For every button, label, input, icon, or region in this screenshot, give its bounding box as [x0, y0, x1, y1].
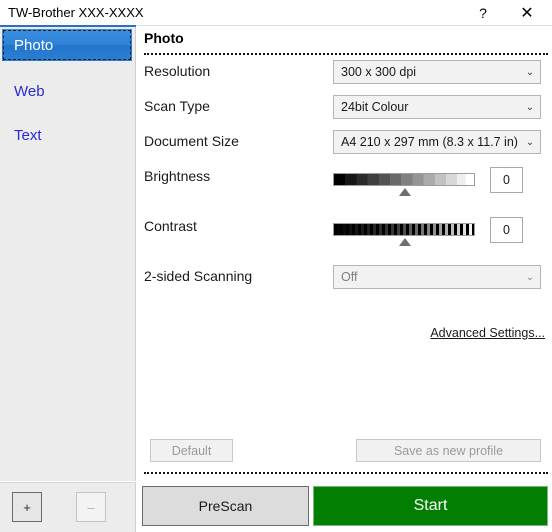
sidebar-item-photo[interactable]: Photo — [2, 29, 132, 61]
resolution-value: 300 x 300 dpi — [341, 65, 417, 79]
scanner-settings-window: TW-Brother XXX-XXXX ? ✕ Photo Web Text +… — [0, 0, 552, 532]
mode-sidebar: Photo Web Text — [0, 27, 136, 481]
add-profile-button[interactable]: + — [12, 492, 42, 522]
sidebar-footer: + – — [0, 482, 136, 532]
sidebar-item-text-label: Text — [14, 126, 42, 144]
resolution-label: Resolution — [144, 63, 211, 79]
document-size-value: A4 210 x 297 mm (8.3 x 11.7 in) — [341, 135, 518, 149]
scan-type-value: 24bit Colour — [341, 100, 409, 114]
save-profile-button-label: Save as new profile — [393, 443, 504, 458]
window-title: TW-Brother XXX-XXXX — [8, 5, 144, 20]
document-size-label: Document Size — [144, 133, 239, 149]
brightness-track[interactable] — [333, 173, 475, 186]
default-button: Default — [150, 439, 233, 462]
two-sided-scanning-label: 2-sided Scanning — [144, 268, 253, 284]
prescan-button[interactable]: PreScan — [142, 486, 309, 526]
contrast-thumb[interactable] — [399, 238, 411, 246]
chevron-down-icon: ⌄ — [525, 101, 535, 113]
close-icon[interactable]: ✕ — [510, 0, 544, 25]
scan-type-label: Scan Type — [144, 98, 210, 114]
brightness-thumb[interactable] — [399, 188, 411, 196]
start-button[interactable]: Start — [313, 486, 548, 526]
close-glyph: ✕ — [520, 4, 534, 22]
chevron-down-icon: ⌄ — [525, 271, 535, 283]
brightness-value-field[interactable]: 0 — [490, 167, 523, 193]
start-button-label: Start — [413, 497, 448, 514]
document-size-select[interactable]: A4 210 x 297 mm (8.3 x 11.7 in) ⌄ — [333, 130, 541, 154]
sidebar-item-web[interactable]: Web — [2, 75, 132, 107]
brightness-value: 0 — [503, 173, 510, 187]
brightness-label: Brightness — [144, 168, 211, 184]
contrast-label: Contrast — [144, 218, 197, 234]
two-sided-scanning-value: Off — [341, 270, 358, 284]
title-bar: TW-Brother XXX-XXXX ? ✕ — [0, 0, 552, 26]
plus-icon: + — [23, 499, 31, 515]
chevron-down-icon: ⌄ — [525, 136, 535, 148]
resolution-select[interactable]: 300 x 300 dpi ⌄ — [333, 60, 541, 84]
sidebar-item-photo-label: Photo — [14, 36, 54, 54]
settings-panel: Photo Resolution 300 x 300 dpi ⌄ Scan Ty… — [137, 27, 552, 532]
brightness-slider[interactable] — [333, 173, 475, 196]
page-title: Photo — [144, 30, 184, 46]
bottom-divider — [144, 472, 548, 474]
chevron-down-icon: ⌄ — [525, 66, 535, 78]
sidebar-item-text[interactable]: Text — [2, 119, 132, 151]
help-icon[interactable]: ? — [466, 0, 500, 25]
default-button-label: Default — [171, 443, 212, 458]
scan-type-select[interactable]: 24bit Colour ⌄ — [333, 95, 541, 119]
minus-icon: – — [87, 499, 95, 515]
two-sided-scanning-select: Off ⌄ — [333, 265, 541, 289]
contrast-slider[interactable] — [333, 223, 475, 246]
advanced-settings-link[interactable]: Advanced Settings... — [430, 326, 545, 340]
sidebar-item-web-label: Web — [14, 82, 45, 100]
help-glyph: ? — [479, 4, 487, 21]
contrast-value-field[interactable]: 0 — [490, 217, 523, 243]
remove-profile-button: – — [76, 492, 106, 522]
title-divider — [144, 53, 548, 55]
save-as-new-profile-button: Save as new profile — [356, 439, 541, 462]
contrast-value: 0 — [503, 223, 510, 237]
prescan-button-label: PreScan — [198, 498, 253, 514]
contrast-track[interactable] — [333, 223, 475, 236]
